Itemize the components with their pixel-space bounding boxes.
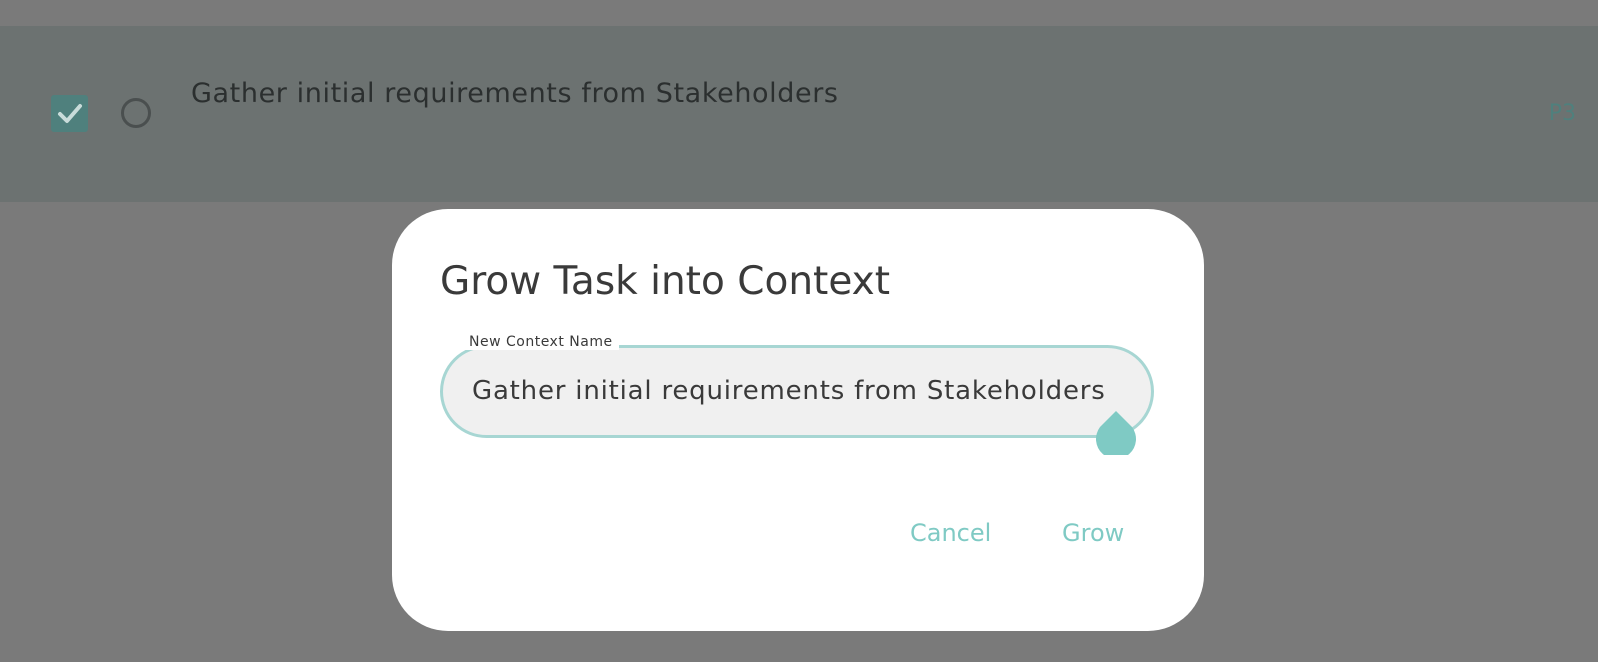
dialog-title: Grow Task into Context bbox=[440, 259, 891, 304]
cancel-button[interactable]: Cancel bbox=[910, 519, 991, 547]
grow-button[interactable]: Grow bbox=[1062, 519, 1124, 547]
text-selection-handle-icon[interactable] bbox=[1094, 411, 1138, 455]
context-name-input[interactable]: Gather initial requirements from Stakeho… bbox=[472, 376, 1106, 406]
context-name-field[interactable]: New Context Name Gather initial requirem… bbox=[440, 334, 1154, 438]
field-label: New Context Name bbox=[463, 334, 619, 350]
grow-task-dialog: Grow Task into Context New Context Name … bbox=[392, 209, 1204, 631]
